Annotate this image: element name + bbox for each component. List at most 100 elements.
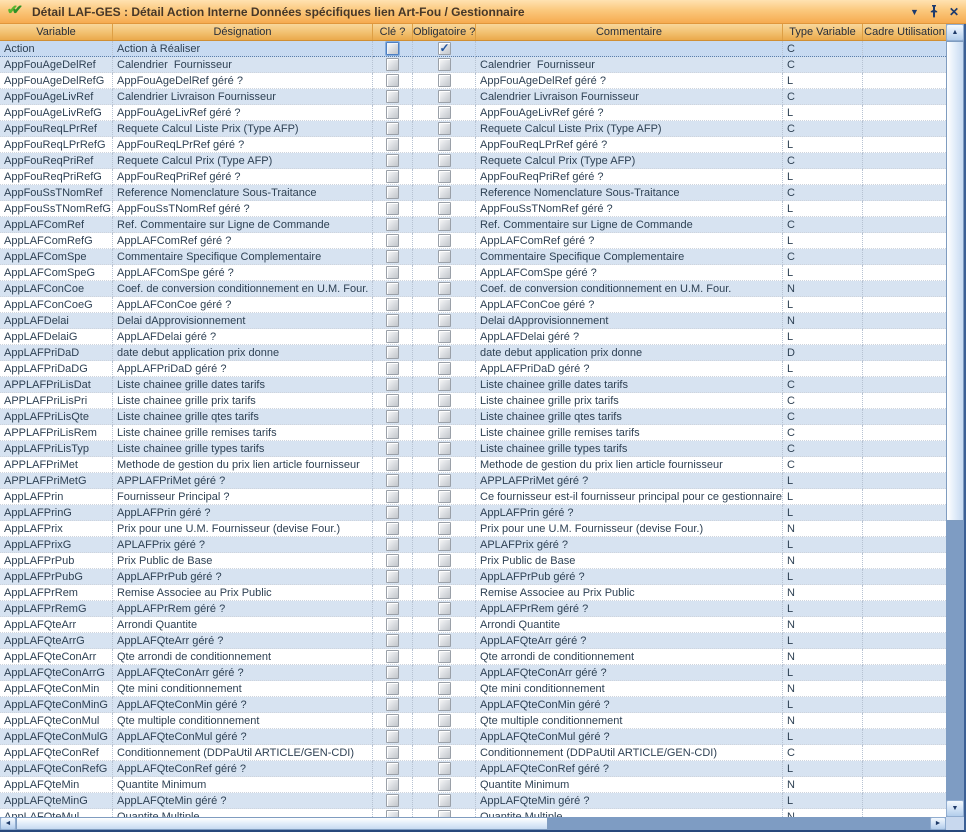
cle-cell[interactable] — [373, 489, 413, 505]
cell-variable[interactable]: APPLAFPriLisPri — [0, 393, 113, 409]
obligatoire-cell[interactable] — [413, 361, 476, 377]
table-row[interactable]: AppLAFComSpeGAppLAFComSpe géré ?AppLAFCo… — [0, 265, 946, 281]
cell-designation[interactable]: date debut application prix donne — [113, 345, 373, 361]
cell-designation[interactable]: AppLAFQteConMul géré ? — [113, 729, 373, 745]
cell-variable[interactable]: AppFouReqPriRefG — [0, 169, 113, 185]
cell-variable[interactable]: AppLAFComRefG — [0, 233, 113, 249]
cle-cell[interactable] — [373, 281, 413, 297]
cell-type-variable[interactable]: N — [783, 281, 863, 297]
obligatoire-cell[interactable] — [413, 409, 476, 425]
cle-cell[interactable] — [373, 681, 413, 697]
cle-cell[interactable] — [373, 137, 413, 153]
obligatoire-checkbox[interactable] — [438, 154, 451, 167]
obligatoire-checkbox[interactable] — [438, 682, 451, 695]
column-header-commentaire[interactable]: Commentaire — [476, 24, 783, 40]
cle-cell[interactable] — [373, 745, 413, 761]
cle-cell[interactable] — [373, 233, 413, 249]
cell-variable[interactable]: Action — [0, 41, 113, 57]
cell-type-variable[interactable]: C — [783, 457, 863, 473]
obligatoire-cell[interactable] — [413, 649, 476, 665]
obligatoire-cell[interactable] — [413, 137, 476, 153]
cell-cadre-utilisation[interactable] — [863, 809, 946, 817]
cell-commentaire[interactable]: Prix pour une U.M. Fournisseur (devise F… — [476, 521, 783, 537]
cell-commentaire[interactable]: AppLAFComRef géré ? — [476, 233, 783, 249]
obligatoire-cell[interactable] — [413, 681, 476, 697]
cle-cell[interactable] — [373, 665, 413, 681]
scroll-right-icon[interactable]: ► — [930, 817, 946, 830]
obligatoire-checkbox[interactable] — [438, 634, 451, 647]
table-row[interactable]: AppLAFPrinGAppLAFPrin géré ?AppLAFPrin g… — [0, 505, 946, 521]
cell-type-variable[interactable]: L — [783, 265, 863, 281]
cell-commentaire[interactable]: AppFouSsTNomRef géré ? — [476, 201, 783, 217]
cell-commentaire[interactable]: Calendrier Livraison Fournisseur — [476, 89, 783, 105]
table-row[interactable]: AppLAFQteArrGAppLAFQteArr géré ?AppLAFQt… — [0, 633, 946, 649]
cle-cell[interactable] — [373, 505, 413, 521]
cell-cadre-utilisation[interactable] — [863, 89, 946, 105]
cle-checkbox[interactable] — [386, 410, 399, 423]
cell-designation[interactable]: AppLAFQteConRef géré ? — [113, 761, 373, 777]
obligatoire-cell[interactable] — [413, 457, 476, 473]
table-row[interactable]: AppLAFQteConMinQte mini conditionnementQ… — [0, 681, 946, 697]
obligatoire-checkbox[interactable] — [438, 778, 451, 791]
cell-designation[interactable]: Qte multiple conditionnement — [113, 713, 373, 729]
cell-commentaire[interactable]: AppLAFQteArr géré ? — [476, 633, 783, 649]
obligatoire-cell[interactable] — [413, 185, 476, 201]
cell-commentaire[interactable]: Calendrier Fournisseur — [476, 57, 783, 73]
cle-checkbox[interactable] — [386, 394, 399, 407]
table-row[interactable]: APPLAFPriMetMethode de gestion du prix l… — [0, 457, 946, 473]
obligatoire-checkbox[interactable] — [438, 554, 451, 567]
cell-type-variable[interactable]: L — [783, 473, 863, 489]
obligatoire-cell[interactable] — [413, 761, 476, 777]
cell-variable[interactable]: AppLAFQteArr — [0, 617, 113, 633]
cell-cadre-utilisation[interactable] — [863, 313, 946, 329]
cell-designation[interactable]: Calendrier Livraison Fournisseur — [113, 89, 373, 105]
cell-type-variable[interactable]: L — [783, 793, 863, 809]
cell-cadre-utilisation[interactable] — [863, 361, 946, 377]
cle-cell[interactable] — [373, 761, 413, 777]
cle-cell[interactable] — [373, 409, 413, 425]
cle-checkbox[interactable] — [386, 666, 399, 679]
obligatoire-cell[interactable] — [413, 569, 476, 585]
cell-type-variable[interactable]: N — [783, 649, 863, 665]
cell-designation[interactable]: AppLAFQteArr géré ? — [113, 633, 373, 649]
obligatoire-checkbox[interactable] — [438, 90, 451, 103]
cell-cadre-utilisation[interactable] — [863, 121, 946, 137]
cell-cadre-utilisation[interactable] — [863, 41, 946, 57]
cell-commentaire[interactable]: AppLAFPrin géré ? — [476, 505, 783, 521]
cell-type-variable[interactable]: L — [783, 505, 863, 521]
cell-designation[interactable]: Reference Nomenclature Sous-Traitance — [113, 185, 373, 201]
cle-checkbox[interactable] — [386, 426, 399, 439]
cell-commentaire[interactable]: Conditionnement (DDPaUtil ARTICLE/GEN-CD… — [476, 745, 783, 761]
cell-variable[interactable]: AppLAFQteConMinG — [0, 697, 113, 713]
cell-variable[interactable]: AppLAFQteMin — [0, 777, 113, 793]
obligatoire-checkbox[interactable] — [438, 394, 451, 407]
cell-designation[interactable]: AppFouReqLPrRef géré ? — [113, 137, 373, 153]
cle-cell[interactable] — [373, 697, 413, 713]
table-row[interactable]: APPLAFPriMetGAPPLAFPriMet géré ?APPLAFPr… — [0, 473, 946, 489]
cell-designation[interactable]: Prix pour une U.M. Fournisseur (devise F… — [113, 521, 373, 537]
cell-variable[interactable]: APPLAFPriLisRem — [0, 425, 113, 441]
cell-designation[interactable]: Requete Calcul Prix (Type AFP) — [113, 153, 373, 169]
obligatoire-checkbox[interactable] — [438, 762, 451, 775]
table-row[interactable]: AppLAFQteArrArrondi QuantiteArrondi Quan… — [0, 617, 946, 633]
cell-cadre-utilisation[interactable] — [863, 137, 946, 153]
window-menu-icon[interactable]: ▼ — [910, 7, 919, 17]
cell-designation[interactable]: Coef. de conversion conditionnement en U… — [113, 281, 373, 297]
cell-commentaire[interactable]: Liste chainee grille prix tarifs — [476, 393, 783, 409]
cell-commentaire[interactable]: AppLAFPrRem géré ? — [476, 601, 783, 617]
cell-type-variable[interactable]: L — [783, 729, 863, 745]
obligatoire-checkbox[interactable] — [438, 58, 451, 71]
obligatoire-cell[interactable] — [413, 313, 476, 329]
table-row[interactable]: AppFouReqLPrRefRequete Calcul Liste Prix… — [0, 121, 946, 137]
obligatoire-checkbox[interactable] — [438, 570, 451, 583]
obligatoire-cell[interactable] — [413, 73, 476, 89]
cell-cadre-utilisation[interactable] — [863, 105, 946, 121]
obligatoire-cell[interactable] — [413, 633, 476, 649]
obligatoire-checkbox[interactable] — [438, 666, 451, 679]
cell-commentaire[interactable]: Liste chainee grille dates tarifs — [476, 377, 783, 393]
cell-commentaire[interactable]: Qte multiple conditionnement — [476, 713, 783, 729]
cell-variable[interactable]: AppLAFComSpeG — [0, 265, 113, 281]
cell-type-variable[interactable]: C — [783, 41, 863, 57]
table-row[interactable]: APPLAFPriLisRemListe chainee grille remi… — [0, 425, 946, 441]
cell-commentaire[interactable]: AppLAFDelai géré ? — [476, 329, 783, 345]
